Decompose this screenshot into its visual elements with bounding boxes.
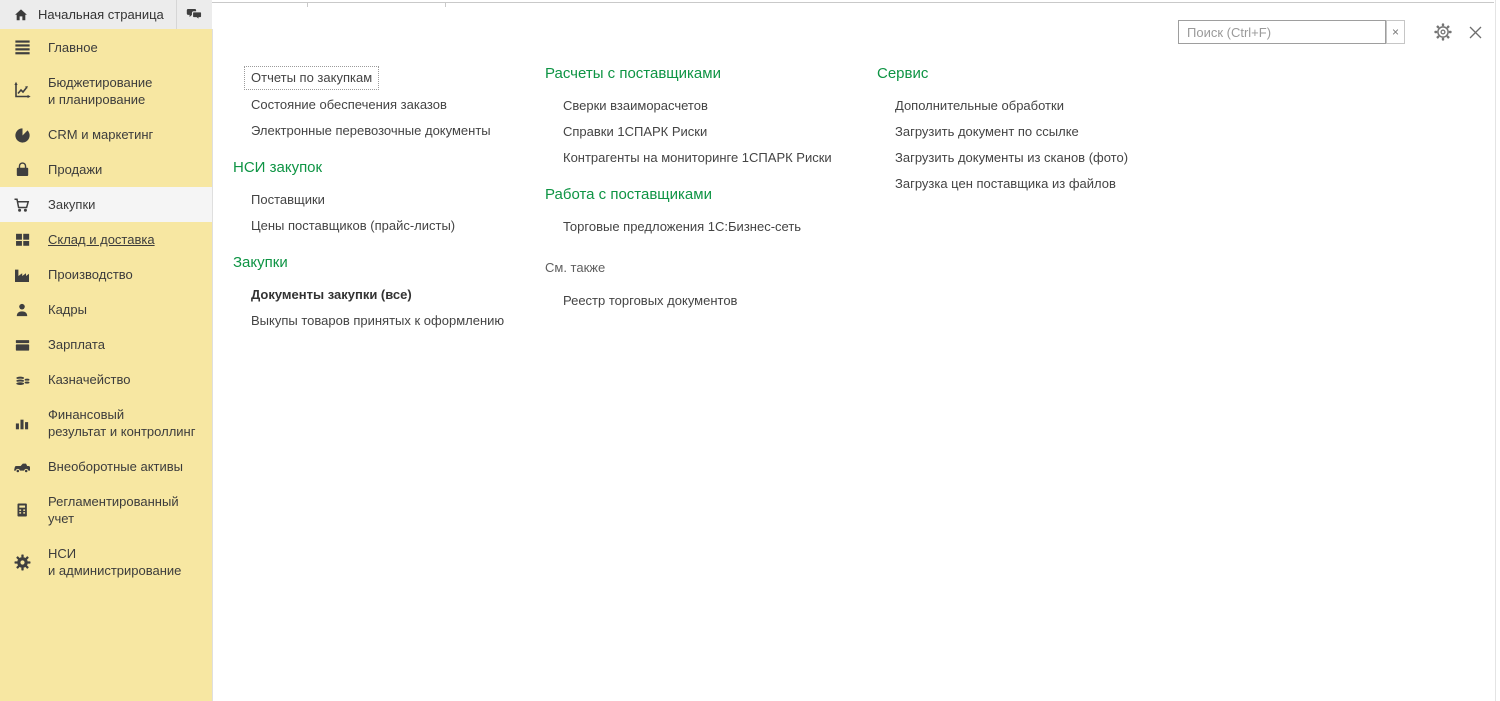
tab-divider: [445, 2, 446, 7]
sidebar-item-regulated-accounting[interactable]: Регламентированный учет: [0, 484, 212, 536]
sidebar-item-main[interactable]: Главное: [0, 30, 212, 65]
bar-chart-icon: [12, 413, 32, 433]
coins-icon: [12, 370, 32, 390]
sections-sidebar: Главное Бюджетирование и планирование CR…: [0, 29, 213, 701]
tab-bar-hairline: [212, 2, 1494, 3]
link-trade-documents-register[interactable]: Реестр торговых документов: [545, 287, 875, 313]
sidebar-item-purchases[interactable]: Закупки: [0, 187, 212, 222]
link-1spark-risk-certificates[interactable]: Справки 1СПАРК Риски: [545, 118, 875, 144]
link-goods-buyback[interactable]: Выкупы товаров принятых к оформлению: [233, 307, 533, 333]
link-additional-processors[interactable]: Дополнительные обработки: [877, 92, 1207, 118]
gear-outline-icon: [1433, 22, 1453, 42]
header-purchasing-master-data: НСИ закупок: [233, 159, 533, 176]
search-clear-button[interactable]: ×: [1386, 20, 1405, 44]
search-area: ×: [1178, 20, 1405, 44]
menu-column-2: Расчеты с поставщиками Сверки взаиморасч…: [545, 29, 875, 313]
sidebar-item-non-current-assets[interactable]: Внеоборотные активы: [0, 449, 212, 484]
sidebar-item-treasury[interactable]: Казначейство: [0, 362, 212, 397]
sidebar-item-production[interactable]: Производство: [0, 257, 212, 292]
pie-chart-icon: [12, 125, 32, 145]
link-purchase-documents-all[interactable]: Документы закупки (все): [233, 281, 533, 307]
shopping-bag-icon: [12, 160, 32, 180]
link-purchase-reports[interactable]: Отчеты по закупкам: [233, 65, 533, 91]
link-1spark-monitored-counterparties[interactable]: Контрагенты на мониторинге 1СПАРК Риски: [545, 144, 875, 170]
shopping-cart-icon: [12, 195, 32, 215]
sidebar-item-warehouse-delivery[interactable]: Склад и доставка: [0, 222, 212, 257]
header-settlements-with-suppliers: Расчеты с поставщиками: [545, 65, 875, 82]
vehicle-icon: [12, 457, 32, 477]
factory-icon: [12, 265, 32, 285]
person-icon: [12, 300, 32, 320]
sidebar-item-sales[interactable]: Продажи: [0, 152, 212, 187]
close-button[interactable]: [1462, 19, 1488, 45]
menu-column-1: Отчеты по закупкам Состояние обеспечения…: [233, 29, 533, 333]
sidebar-item-master-data-administration[interactable]: НСИ и администрирование: [0, 536, 212, 588]
menu-column-3: Сервис Дополнительные обработки Загрузит…: [877, 29, 1207, 196]
link-suppliers[interactable]: Поставщики: [233, 186, 533, 212]
tab-home-page[interactable]: Начальная страница: [0, 0, 177, 29]
link-order-fulfillment-status[interactable]: Состояние обеспечения заказов: [233, 91, 533, 117]
warehouse-grid-icon: [12, 230, 32, 250]
window-right-edge: [1495, 0, 1496, 701]
chat-icon: [185, 5, 204, 24]
link-load-supplier-prices-from-files[interactable]: Загрузка цен поставщика из файлов: [877, 170, 1207, 196]
sidebar-item-budgeting-planning[interactable]: Бюджетирование и планирование: [0, 65, 212, 117]
close-icon: [1468, 25, 1483, 40]
ledger-icon: [12, 500, 32, 520]
header-service: Сервис: [877, 65, 1207, 82]
home-icon: [13, 7, 29, 23]
header-purchases: Закупки: [233, 254, 533, 271]
link-electronic-shipping-documents[interactable]: Электронные перевозочные документы: [233, 117, 533, 143]
sidebar-item-financial-result-controlling[interactable]: Финансовый результат и контроллинг: [0, 397, 212, 449]
tab-strip: Начальная страница: [0, 0, 212, 29]
sidebar-item-payroll[interactable]: Зарплата: [0, 327, 212, 362]
settings-gear-button[interactable]: [1430, 19, 1456, 45]
link-1c-business-network-offers[interactable]: Торговые предложения 1С:Бизнес-сеть: [545, 213, 875, 239]
discussions-button[interactable]: [177, 0, 212, 29]
sidebar-item-crm-marketing[interactable]: CRM и маркетинг: [0, 117, 212, 152]
menu-lines-icon: [12, 38, 32, 58]
tab-divider: [307, 2, 308, 7]
gear-icon: [12, 552, 32, 572]
tab-home-label: Начальная страница: [38, 7, 164, 22]
link-mutual-settlement-reconciliations[interactable]: Сверки взаиморасчетов: [545, 92, 875, 118]
header-see-also: См. также: [545, 260, 875, 275]
link-supplier-price-lists[interactable]: Цены поставщиков (прайс-листы): [233, 212, 533, 238]
search-input[interactable]: [1178, 20, 1386, 44]
header-work-with-suppliers: Работа с поставщиками: [545, 186, 875, 203]
wallet-icon: [12, 335, 32, 355]
sidebar-item-hr[interactable]: Кадры: [0, 292, 212, 327]
planning-chart-icon: [12, 81, 32, 101]
link-load-document-by-link[interactable]: Загрузить документ по ссылке: [877, 118, 1207, 144]
link-load-documents-from-scans[interactable]: Загрузить документы из сканов (фото): [877, 144, 1207, 170]
